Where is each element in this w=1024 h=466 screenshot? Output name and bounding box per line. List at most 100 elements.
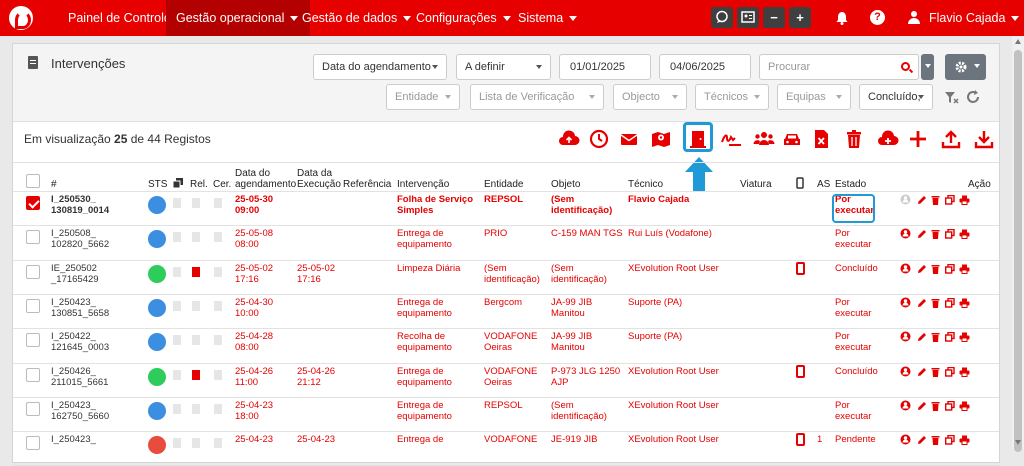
print-icon[interactable] bbox=[959, 332, 970, 343]
cell-intervencao[interactable]: Limpeza Diária bbox=[397, 263, 460, 274]
col-intervencao[interactable]: Intervenção bbox=[397, 179, 449, 190]
contact-card-button[interactable] bbox=[737, 7, 759, 28]
duplicate-icon[interactable] bbox=[945, 263, 955, 274]
print-icon[interactable] bbox=[959, 298, 970, 308]
print-icon[interactable] bbox=[959, 229, 970, 240]
duplicate-icon[interactable] bbox=[945, 435, 955, 445]
excel-icon[interactable] bbox=[810, 128, 832, 150]
object-filter[interactable]: Objecto bbox=[613, 84, 687, 110]
row-id[interactable]: I_250426_ 211015_5661 bbox=[51, 366, 108, 388]
user-circle-icon[interactable] bbox=[900, 331, 911, 342]
col-estado[interactable]: Estado bbox=[835, 179, 866, 190]
delete-trash-icon[interactable] bbox=[931, 367, 940, 377]
technicians-filter[interactable]: Técnicos bbox=[695, 84, 769, 110]
col-referencia[interactable]: Referência bbox=[343, 179, 391, 190]
clock-icon[interactable] bbox=[588, 128, 610, 150]
report-file-icon[interactable] bbox=[192, 266, 200, 277]
duplicate-icon[interactable] bbox=[945, 297, 955, 308]
car-icon[interactable] bbox=[781, 128, 803, 150]
edit-pencil-icon[interactable] bbox=[917, 401, 927, 411]
user-circle-icon[interactable] bbox=[900, 400, 911, 411]
duplicate-icon[interactable] bbox=[945, 229, 955, 239]
nav-configuracoes[interactable]: Configurações bbox=[406, 0, 521, 36]
status-filter[interactable]: Concluído, bbox=[859, 84, 933, 110]
chat-button[interactable] bbox=[711, 7, 733, 28]
search-options-button[interactable] bbox=[921, 54, 934, 80]
row-checkbox[interactable] bbox=[26, 230, 40, 245]
cell-intervencao[interactable]: Entrega de equipamento bbox=[397, 366, 452, 388]
signature-icon[interactable] bbox=[720, 128, 742, 150]
bell-icon[interactable] bbox=[836, 11, 848, 25]
row-id[interactable]: I_250423_ 162750_5660 bbox=[51, 400, 109, 422]
edit-pencil-icon[interactable] bbox=[917, 229, 927, 239]
duplicate-icon[interactable] bbox=[945, 332, 955, 342]
email-icon[interactable] bbox=[618, 128, 640, 150]
download-icon[interactable] bbox=[973, 128, 995, 150]
scroll-thumb[interactable] bbox=[1014, 50, 1022, 452]
row-id[interactable]: I_250508_ 102820_5662 bbox=[51, 228, 109, 250]
col-entidade[interactable]: Entidade bbox=[484, 179, 523, 190]
user-circle-icon[interactable] bbox=[900, 263, 911, 274]
delete-trash-icon[interactable] bbox=[931, 332, 940, 343]
duplicate-icon[interactable] bbox=[945, 195, 955, 205]
scrollbar[interactable] bbox=[1012, 36, 1024, 452]
col-tecnico[interactable]: Técnico bbox=[628, 179, 663, 190]
refresh-icon[interactable] bbox=[966, 90, 980, 104]
user-circle-icon[interactable] bbox=[900, 228, 911, 239]
duplicate-icon[interactable] bbox=[945, 400, 955, 411]
delete-trash-icon[interactable] bbox=[931, 435, 940, 446]
nav-painel-de-controlo[interactable]: Painel de Controlo bbox=[58, 0, 181, 36]
start-date-input[interactable]: 01/01/2025 bbox=[559, 54, 651, 80]
user-circle-icon[interactable] bbox=[900, 297, 911, 308]
delete-trash-icon[interactable] bbox=[931, 298, 940, 308]
upload-cloud-icon[interactable] bbox=[558, 128, 580, 150]
vodafone-logo[interactable] bbox=[9, 6, 33, 30]
row-checkbox[interactable] bbox=[26, 333, 40, 348]
row-id[interactable]: I_250423_ bbox=[51, 434, 96, 445]
search-icon[interactable] bbox=[901, 62, 910, 71]
end-date-input[interactable]: 04/06/2025 bbox=[659, 54, 751, 80]
export-icon[interactable] bbox=[940, 128, 962, 150]
col-data-agendamento[interactable]: Data do agendamento bbox=[235, 168, 296, 190]
cell-intervencao[interactable]: Entrega de equipamento bbox=[397, 297, 452, 319]
plus-icon[interactable] bbox=[907, 128, 929, 150]
edit-pencil-icon[interactable] bbox=[917, 264, 927, 274]
nav-gestao-operacional[interactable]: Gestão operacional bbox=[166, 0, 311, 36]
trash-icon[interactable] bbox=[843, 128, 865, 150]
cell-intervencao[interactable]: Folha de Serviço Simples bbox=[397, 194, 473, 216]
row-id[interactable]: IE_250502 _17165429 bbox=[51, 263, 99, 285]
cell-intervencao[interactable]: Entrega de equipamento bbox=[397, 400, 452, 422]
row-checkbox[interactable] bbox=[26, 298, 40, 313]
user-circle-icon[interactable] bbox=[900, 194, 911, 205]
edit-pencil-icon[interactable] bbox=[917, 195, 927, 205]
duplicate-icon[interactable] bbox=[945, 366, 955, 377]
date-type-select[interactable]: Data do agendamento bbox=[313, 54, 447, 80]
cloud-add-icon[interactable] bbox=[877, 128, 899, 150]
period-select[interactable]: A definir bbox=[456, 54, 551, 80]
edit-pencil-icon[interactable] bbox=[917, 298, 927, 308]
col-viatura[interactable]: Viatura bbox=[740, 179, 772, 190]
edit-pencil-icon[interactable] bbox=[917, 367, 927, 377]
add-button[interactable]: + bbox=[789, 7, 811, 28]
print-icon[interactable] bbox=[959, 435, 970, 446]
cell-intervencao[interactable]: Recolha de equipamento bbox=[397, 331, 452, 353]
row-checkbox[interactable] bbox=[26, 367, 40, 382]
print-icon[interactable] bbox=[959, 264, 970, 274]
report-file-icon[interactable] bbox=[192, 369, 200, 380]
print-icon[interactable] bbox=[959, 195, 970, 205]
edit-pencil-icon[interactable] bbox=[917, 435, 927, 445]
delete-trash-icon[interactable] bbox=[931, 264, 940, 274]
row-checkbox[interactable] bbox=[26, 436, 40, 451]
select-all-checkbox[interactable] bbox=[26, 174, 40, 188]
help-icon[interactable]: ? bbox=[870, 10, 885, 25]
user-circle-icon[interactable] bbox=[900, 434, 911, 445]
user-circle-icon[interactable] bbox=[900, 366, 911, 377]
edit-pencil-icon[interactable] bbox=[917, 332, 927, 342]
delete-trash-icon[interactable] bbox=[931, 229, 940, 240]
scroll-up-arrow[interactable] bbox=[1015, 39, 1021, 44]
minimize-button[interactable]: − bbox=[763, 7, 785, 28]
row-id[interactable]: I_250422_ 121645_0003 bbox=[51, 331, 109, 353]
checklist-filter[interactable]: Lista de Verificação bbox=[470, 84, 604, 110]
row-checkbox[interactable] bbox=[26, 401, 40, 416]
row-id[interactable]: I_250423_ 130851_5658 bbox=[51, 297, 109, 319]
